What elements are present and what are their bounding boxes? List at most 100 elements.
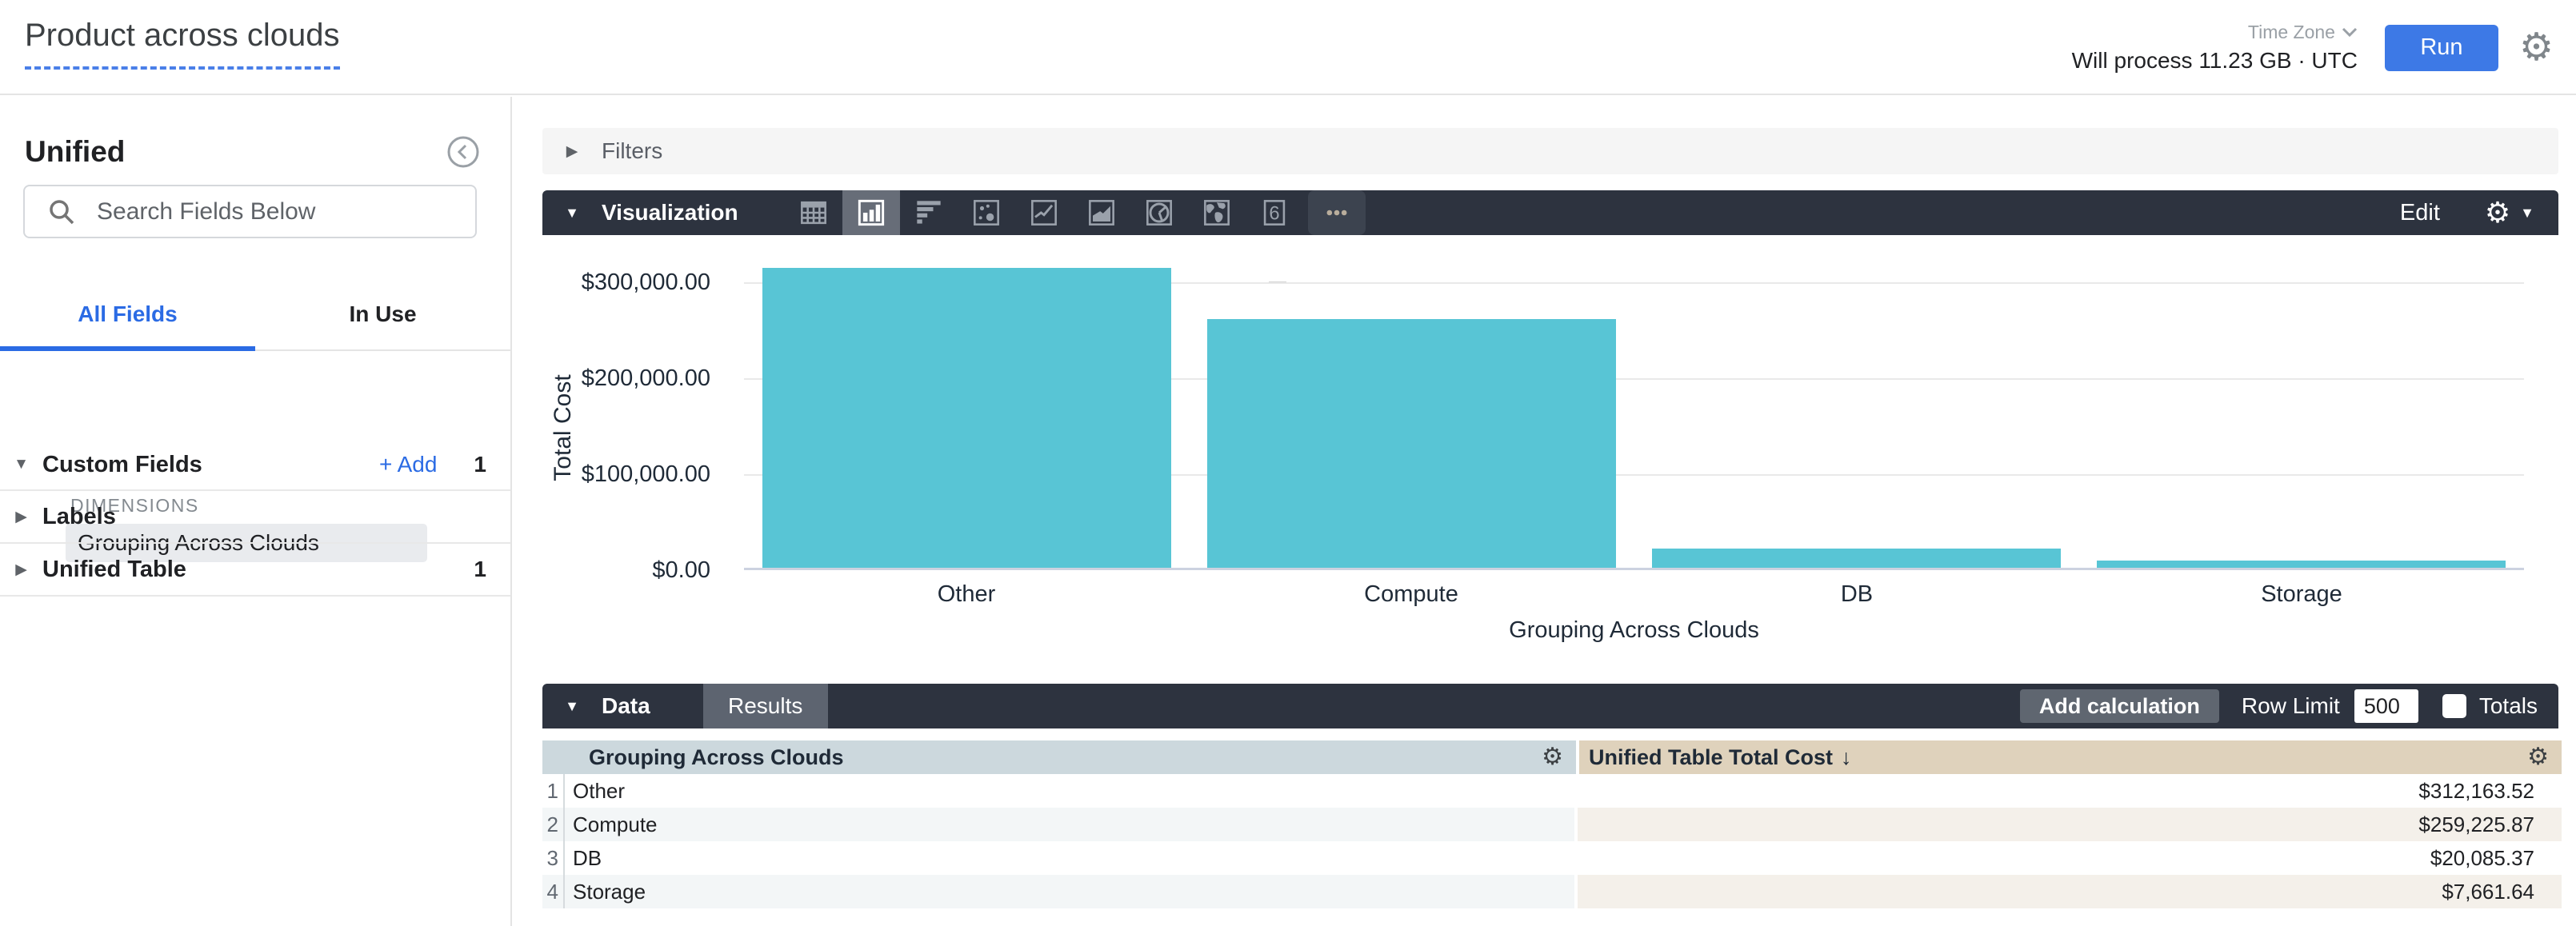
y-tick-label: $200,000.00	[542, 365, 710, 392]
x-tick-label: Other	[744, 581, 1189, 608]
viz-type-column-chart-icon[interactable]	[842, 190, 900, 235]
divider	[0, 595, 510, 597]
viz-type-bar-chart-icon[interactable]	[900, 190, 958, 235]
search-fields-input[interactable]: Search Fields Below	[23, 185, 477, 238]
page-title[interactable]: Product across clouds	[25, 18, 340, 70]
x-tick-label: Storage	[2079, 581, 2524, 608]
viz-header-actions: Edit ⚙ ▼	[2400, 198, 2558, 227]
chevron-collapsed-icon[interactable]: ▶	[0, 508, 42, 526]
row-number: 4	[542, 875, 565, 908]
collapse-sidebar-button[interactable]	[446, 135, 480, 169]
query-info-block: Time Zone Will process 11.23 GB · UTC	[2072, 22, 2358, 74]
y-tick-label: $300,000.00	[542, 269, 710, 296]
table-row: 1Other$312,163.52	[542, 774, 2562, 808]
table-row: 4Storage$7,661.64	[542, 875, 2562, 908]
row-limit-label: Row Limit	[2242, 693, 2340, 719]
chevron-down-icon	[2342, 27, 2358, 38]
x-tick-label: DB	[1634, 581, 2079, 608]
main-panel: ▶ Filters ▼ Visualization	[542, 97, 2558, 908]
chart-bar-other[interactable]	[762, 268, 1171, 568]
totals-checkbox[interactable]	[2442, 694, 2466, 718]
dimension-cell[interactable]: Other	[565, 774, 1574, 808]
chevron-collapsed-icon[interactable]: ▶	[542, 142, 602, 161]
measure-cell[interactable]: $7,661.64	[1578, 875, 2562, 908]
filters-label: Filters	[602, 138, 662, 164]
x-axis-title: Grouping Across Clouds	[744, 617, 2524, 644]
looker-explore-screen: Product across clouds Time Zone Will pro…	[0, 0, 2576, 926]
search-placeholder: Search Fields Below	[97, 198, 315, 226]
chevron-expanded-icon[interactable]: ▼	[0, 456, 42, 473]
x-axis-line	[744, 568, 2524, 570]
row-number: 3	[542, 841, 565, 875]
visualization-section-header: ▼ Visualization	[542, 190, 2558, 235]
measure-cell[interactable]: $312,163.52	[1578, 774, 2562, 808]
chevron-collapsed-icon[interactable]: ▶	[0, 561, 42, 579]
will-process-text: Will process 11.23 GB · UTC	[2072, 48, 2358, 74]
search-icon	[47, 198, 76, 226]
top-bar: Product across clouds Time Zone Will pro…	[0, 0, 2576, 95]
time-zone-dropdown[interactable]: Time Zone	[2248, 22, 2358, 43]
y-tick-label: $0.00	[542, 557, 710, 584]
row-number: 2	[542, 808, 565, 841]
add-calculation-button[interactable]: Add calculation	[2020, 689, 2219, 723]
viz-type-single-value-icon[interactable]: 6	[1246, 190, 1303, 235]
field-picker-sidebar: Unified Search Fields Below All Fields I…	[0, 97, 512, 926]
table-header-row: Grouping Across Clouds ⚙ Unified Table T…	[542, 740, 2562, 774]
viz-type-table-icon[interactable]	[785, 190, 842, 235]
measure-cell[interactable]: $259,225.87	[1578, 808, 2562, 841]
column-chart: Total Cost $300,000.00 $200,000.00 $100,…	[542, 235, 2558, 684]
data-header-actions: Add calculation Row Limit Totals	[2020, 689, 2558, 723]
sidebar-item-labels[interactable]: ▶ Labels	[0, 491, 510, 542]
chart-bar-db[interactable]	[1652, 549, 2061, 568]
measure-cell[interactable]: $20,085.37	[1578, 841, 2562, 875]
column-header-measure[interactable]: Unified Table Total Cost ↓ ⚙	[1579, 740, 2562, 774]
row-number: 1	[542, 774, 565, 808]
custom-fields-count: 1	[474, 452, 486, 477]
y-tick-label: $100,000.00	[542, 461, 710, 488]
chart-bar-compute[interactable]	[1207, 319, 1616, 568]
chevron-expanded-icon[interactable]: ▼	[542, 205, 602, 222]
chart-bar-storage[interactable]	[2097, 561, 2506, 568]
data-section-header: ▼ Data Results Add calculation Row Limit…	[542, 684, 2558, 728]
svg-text:6: 6	[1269, 202, 1279, 224]
viz-settings-gear-icon[interactable]: ⚙	[2485, 198, 2510, 227]
tab-results[interactable]: Results	[703, 684, 828, 728]
tab-all-fields[interactable]: All Fields	[0, 279, 255, 349]
chevron-expanded-icon[interactable]: ▼	[542, 698, 602, 715]
sort-descending-icon[interactable]: ↓	[1841, 745, 1852, 770]
row-limit-input[interactable]	[2354, 689, 2418, 723]
totals-label: Totals	[2479, 693, 2538, 719]
run-button[interactable]: Run	[2385, 25, 2498, 71]
visualization-label: Visualization	[602, 200, 738, 226]
time-zone-label: Time Zone	[2248, 22, 2335, 43]
column-gear-icon[interactable]: ⚙	[2527, 745, 2549, 769]
tab-in-use[interactable]: In Use	[255, 279, 510, 349]
viz-type-pie-chart-icon[interactable]	[1130, 190, 1188, 235]
unified-table-count: 1	[474, 557, 486, 582]
column-header-dimension[interactable]: Grouping Across Clouds ⚙	[542, 740, 1576, 774]
sidebar-item-custom-fields[interactable]: ▼ Custom Fields + Add 1	[0, 443, 510, 486]
viz-settings-caret-icon[interactable]: ▼	[2520, 205, 2534, 222]
filters-section-header[interactable]: ▶ Filters	[542, 128, 2558, 174]
sidebar-item-unified-table[interactable]: ▶ Unified Table 1	[0, 544, 510, 595]
dimension-cell[interactable]: DB	[565, 841, 1574, 875]
table-row: 2Compute$259,225.87	[542, 808, 2562, 841]
viz-type-more-icon[interactable]	[1308, 190, 1366, 235]
field-tabs: All Fields In Use	[0, 279, 510, 351]
data-label: Data	[602, 693, 650, 719]
top-bar-actions: Time Zone Will process 11.23 GB · UTC Ru…	[2072, 0, 2554, 95]
dimension-cell[interactable]: Storage	[565, 875, 1574, 908]
plot-area	[744, 235, 2524, 570]
y-axis-title: Total Cost	[550, 324, 577, 532]
viz-type-line-chart-icon[interactable]	[1015, 190, 1073, 235]
dimension-cell[interactable]: Compute	[565, 808, 1574, 841]
edit-viz-button[interactable]: Edit	[2400, 200, 2440, 226]
viz-type-area-chart-icon[interactable]	[1073, 190, 1130, 235]
viz-type-scatter-chart-icon[interactable]	[958, 190, 1015, 235]
explore-name: Unified	[25, 135, 125, 169]
viz-type-map-icon[interactable]	[1188, 190, 1246, 235]
explore-settings-gear-icon[interactable]: ⚙	[2519, 29, 2554, 67]
viz-type-picker: 6	[785, 190, 1366, 235]
add-custom-field-button[interactable]: + Add	[379, 452, 437, 477]
column-gear-icon[interactable]: ⚙	[1542, 745, 1563, 769]
